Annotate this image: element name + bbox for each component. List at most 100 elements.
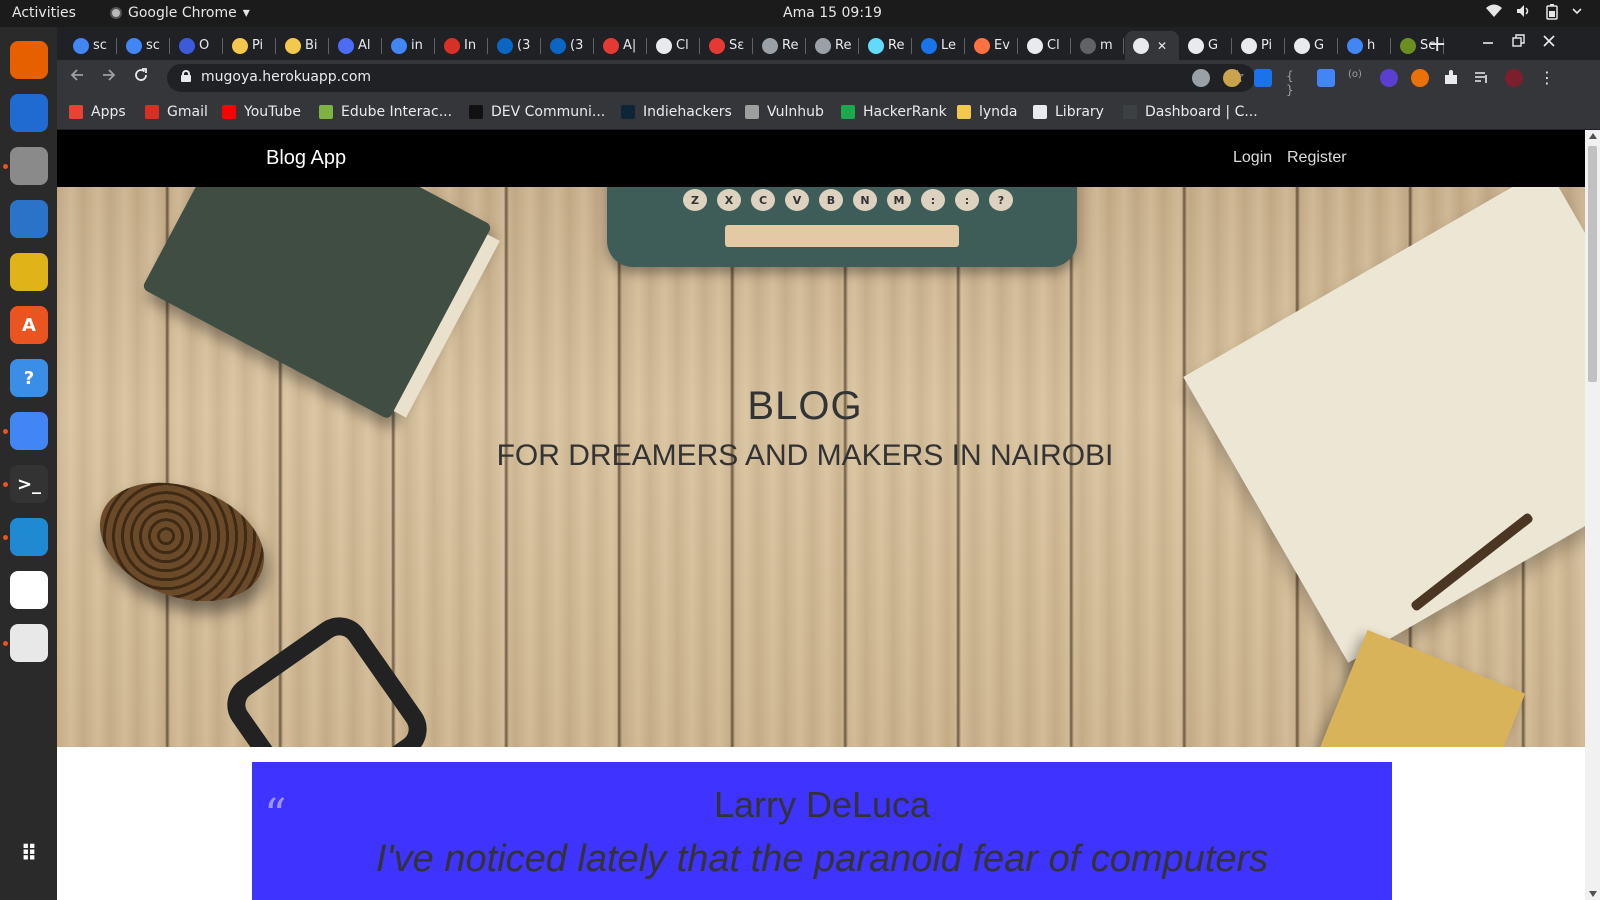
- login-link[interactable]: Login: [1233, 149, 1272, 167]
- page-scrollbar[interactable]: [1585, 130, 1600, 900]
- bookmark-youtube[interactable]: YouTube: [222, 104, 301, 120]
- extension-translate-icon[interactable]: [1317, 69, 1335, 87]
- reader-icon[interactable]: [10, 624, 48, 662]
- browser-toolbar: mugoya.herokuapp.com ☆ { } (o) ⋮: [57, 60, 1600, 97]
- scroll-up-icon[interactable]: [1589, 133, 1597, 139]
- tab[interactable]: Cl: [648, 31, 700, 60]
- battery-icon[interactable]: [1546, 4, 1558, 24]
- bookmark-lynda[interactable]: lynda: [957, 104, 1018, 120]
- app-menu[interactable]: Google Chrome ▾: [110, 5, 250, 21]
- rhythmbox-icon[interactable]: [10, 253, 48, 291]
- bookmark-hackerrank[interactable]: HackerRank: [841, 104, 947, 120]
- tab[interactable]: m: [1072, 31, 1124, 60]
- firefox-icon[interactable]: [10, 41, 48, 79]
- terminal-icon[interactable]: >_: [10, 465, 48, 503]
- extension-face-icon[interactable]: [1411, 69, 1429, 87]
- bookmark-dev-communi[interactable]: DEV Communi...: [469, 104, 605, 120]
- new-tab-button[interactable]: +: [1428, 32, 1446, 57]
- bookmark-indiehackers[interactable]: Indiehackers: [621, 104, 732, 120]
- wifi-icon[interactable]: [1486, 4, 1502, 24]
- lock-icon[interactable]: [181, 70, 191, 82]
- tab-label: h: [1367, 38, 1376, 53]
- activities-button[interactable]: Activities: [12, 5, 76, 21]
- bookmark-gmail[interactable]: Gmail: [145, 104, 208, 120]
- tab-label: G: [1314, 38, 1325, 53]
- slack-icon[interactable]: [10, 571, 48, 609]
- extension-icon[interactable]: [1192, 69, 1210, 87]
- tab[interactable]: G: [1180, 31, 1232, 60]
- tab[interactable]: Pi: [1233, 31, 1285, 60]
- extensions-puzzle-icon[interactable]: [1442, 69, 1460, 87]
- app-menu-label: Google Chrome: [128, 5, 237, 21]
- extension-broadcast-icon[interactable]: (o): [1348, 69, 1366, 87]
- url-text[interactable]: mugoya.herokuapp.com: [201, 69, 371, 85]
- bookmark-favicon-icon: [145, 105, 159, 119]
- tab[interactable]: Le: [913, 31, 965, 60]
- restore-icon[interactable]: [1512, 33, 1525, 51]
- tab[interactable]: Ev: [966, 31, 1018, 60]
- scrollbar-thumb[interactable]: [1588, 146, 1597, 382]
- profile-avatar[interactable]: [1505, 69, 1523, 87]
- chrome-menu-icon[interactable]: ⋮: [1538, 69, 1556, 87]
- tab[interactable]: Bi: [277, 31, 329, 60]
- reload-icon[interactable]: [133, 67, 149, 88]
- quote-author: Larry DeLuca: [713, 784, 931, 825]
- bookmark-label: YouTube: [244, 104, 301, 120]
- writer-icon[interactable]: [10, 200, 48, 238]
- bookmark-label: Vulnhub: [767, 104, 824, 120]
- tab[interactable]: Re: [807, 31, 859, 60]
- tab[interactable]: Re: [860, 31, 912, 60]
- extension-owl-icon[interactable]: [1223, 69, 1241, 87]
- tab[interactable]: (3: [489, 31, 541, 60]
- bookmark-vulnhub[interactable]: Vulnhub: [745, 104, 824, 120]
- bookmark-edube-interac[interactable]: Edube Interac...: [319, 104, 452, 120]
- back-icon[interactable]: [69, 67, 85, 88]
- site-brand-link[interactable]: Blog App: [266, 147, 346, 170]
- bookmark-dashboard-c[interactable]: Dashboard | C...: [1123, 104, 1258, 120]
- tab-separator: [911, 38, 912, 54]
- tab[interactable]: In: [436, 31, 488, 60]
- help-icon[interactable]: ?: [10, 359, 48, 397]
- extension-badge-icon[interactable]: [1380, 69, 1398, 87]
- system-menu-chevron-icon[interactable]: [1572, 4, 1582, 24]
- tab-close-icon[interactable]: ✕: [1157, 39, 1167, 53]
- tab[interactable]: sc: [118, 31, 170, 60]
- tab[interactable]: Re: [754, 31, 806, 60]
- tab[interactable]: G: [1286, 31, 1338, 60]
- close-window-icon[interactable]: [1543, 33, 1555, 51]
- forward-icon[interactable]: [101, 67, 117, 88]
- files-icon[interactable]: [10, 147, 48, 185]
- tab[interactable]: Al: [330, 31, 382, 60]
- hero-typewriter-image: Z X C V B N M::?: [607, 187, 1077, 267]
- vscode-icon[interactable]: [10, 518, 48, 556]
- tab[interactable]: O: [171, 31, 223, 60]
- tab[interactable]: sc: [65, 31, 117, 60]
- bookmark-library[interactable]: Library: [1033, 104, 1104, 120]
- register-link[interactable]: Register: [1287, 149, 1347, 167]
- tab[interactable]: h: [1339, 31, 1391, 60]
- address-bar[interactable]: mugoya.herokuapp.com ☆: [167, 64, 1255, 92]
- tab[interactable]: Sε: [701, 31, 753, 60]
- media-queue-icon[interactable]: [1473, 69, 1491, 87]
- hero-pinecone-image: [83, 461, 281, 623]
- volume-icon[interactable]: [1516, 4, 1532, 24]
- show-apps-icon[interactable]: ⠿: [10, 835, 48, 873]
- chrome-icon[interactable]: [10, 412, 48, 450]
- system-tray[interactable]: [1486, 4, 1582, 24]
- bookmark-apps[interactable]: Apps: [69, 104, 126, 120]
- tab[interactable]: Pi: [224, 31, 276, 60]
- minimize-icon[interactable]: [1482, 33, 1494, 51]
- software-icon[interactable]: A: [10, 306, 48, 344]
- tab[interactable]: (3: [542, 31, 594, 60]
- tab[interactable]: A|: [595, 31, 647, 60]
- clock[interactable]: Ama 15 09:19: [783, 5, 882, 21]
- extension-braces-icon[interactable]: { }: [1286, 69, 1304, 97]
- tab[interactable]: Cl: [1019, 31, 1071, 60]
- extension-s-icon[interactable]: [1254, 69, 1272, 87]
- scroll-down-icon[interactable]: [1589, 891, 1597, 897]
- tab[interactable]: in: [383, 31, 435, 60]
- tab-active[interactable]: ✕: [1125, 31, 1179, 60]
- thunderbird-icon[interactable]: [10, 94, 48, 132]
- quote-card: “ Larry DeLuca I've noticed lately that …: [252, 762, 1392, 900]
- tab-favicon-icon: [815, 37, 831, 54]
